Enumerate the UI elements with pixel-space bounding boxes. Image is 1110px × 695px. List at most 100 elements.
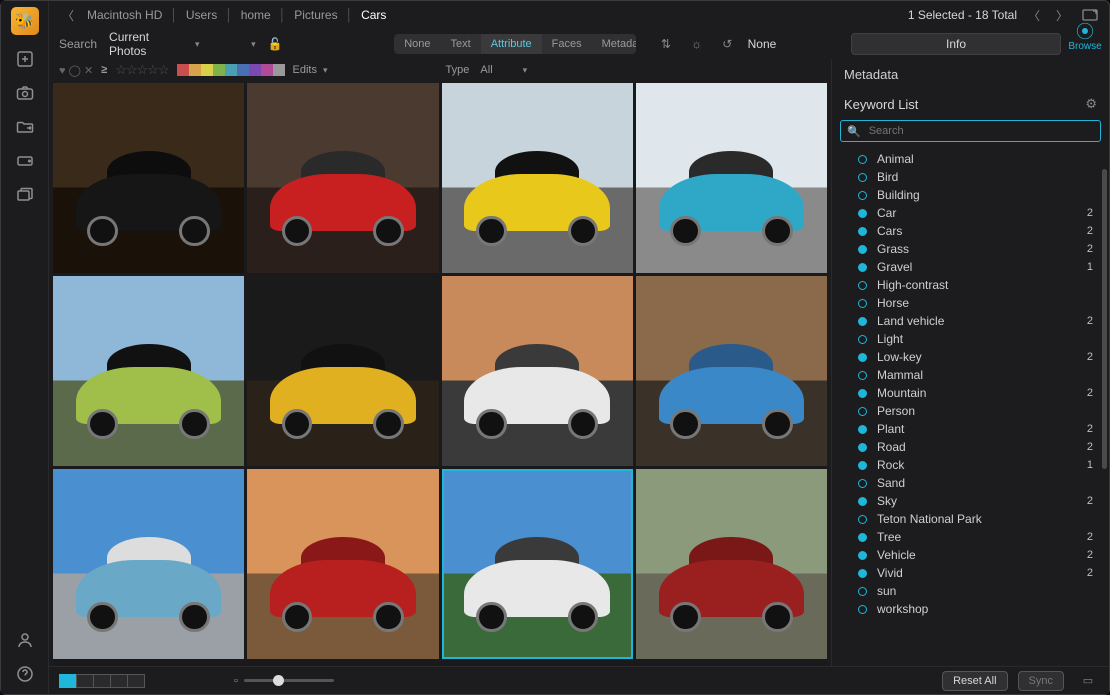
keyword-toggle-icon[interactable] bbox=[858, 515, 867, 524]
filter-attribute[interactable]: Attribute bbox=[481, 34, 542, 54]
keyword-toggle-icon[interactable] bbox=[858, 569, 867, 578]
filter-text[interactable]: Text bbox=[441, 34, 481, 54]
prev-icon[interactable]: 〈 bbox=[1026, 7, 1042, 23]
add-icon[interactable] bbox=[15, 49, 35, 69]
filter-none[interactable]: None bbox=[394, 34, 440, 54]
gte-icon[interactable]: ≥ bbox=[101, 64, 107, 76]
keyword-item[interactable]: Plant2 bbox=[832, 420, 1109, 438]
scrollbar[interactable] bbox=[1102, 169, 1107, 469]
grid-view-icon[interactable] bbox=[59, 674, 77, 688]
keyword-item[interactable]: High-contrast bbox=[832, 276, 1109, 294]
thumbnail-size-slider[interactable]: ▫ bbox=[234, 675, 334, 687]
keyword-toggle-icon[interactable] bbox=[858, 605, 867, 614]
split-view-icon[interactable] bbox=[110, 674, 128, 688]
keyword-item[interactable]: Vehicle2 bbox=[832, 546, 1109, 564]
keyword-item[interactable]: workshop bbox=[832, 600, 1109, 618]
edits-dropdown[interactable]: Edits▾ bbox=[293, 64, 330, 76]
keyword-toggle-icon[interactable] bbox=[858, 587, 867, 596]
filter-faces[interactable]: Faces bbox=[542, 34, 592, 54]
keyword-toggle-icon[interactable] bbox=[858, 425, 867, 434]
keyword-item[interactable]: Teton National Park bbox=[832, 510, 1109, 528]
keyword-toggle-icon[interactable] bbox=[858, 461, 867, 470]
keyword-toggle-icon[interactable] bbox=[858, 191, 867, 200]
keyword-item[interactable]: Gravel1 bbox=[832, 258, 1109, 276]
help-icon[interactable] bbox=[15, 664, 35, 684]
keyword-toggle-icon[interactable] bbox=[858, 317, 867, 326]
keyword-toggle-icon[interactable] bbox=[858, 443, 867, 452]
gear-icon[interactable]: ⚙ bbox=[1085, 96, 1097, 112]
keyword-toggle-icon[interactable] bbox=[858, 533, 867, 542]
back-icon[interactable]: 〈 bbox=[60, 7, 76, 23]
keyword-toggle-icon[interactable] bbox=[858, 335, 867, 344]
thumbnail[interactable] bbox=[636, 276, 827, 466]
list-view-icon[interactable] bbox=[93, 674, 111, 688]
keyword-toggle-icon[interactable] bbox=[858, 479, 867, 488]
keyword-item[interactable]: Horse bbox=[832, 294, 1109, 312]
keyword-toggle-icon[interactable] bbox=[858, 173, 867, 182]
keyword-item[interactable]: Low-key2 bbox=[832, 348, 1109, 366]
keyword-item[interactable]: Sky2 bbox=[832, 492, 1109, 510]
filmstrip-view-icon[interactable] bbox=[76, 674, 94, 688]
chevron-down-icon[interactable]: ▾ bbox=[251, 39, 256, 50]
camera-icon[interactable] bbox=[15, 83, 35, 103]
thumbnail[interactable] bbox=[247, 276, 438, 466]
thumbnail[interactable] bbox=[442, 276, 633, 466]
keyword-toggle-icon[interactable] bbox=[858, 155, 867, 164]
sync-button[interactable]: Sync bbox=[1018, 671, 1064, 691]
keyword-item[interactable]: Road2 bbox=[832, 438, 1109, 456]
thumbnail[interactable] bbox=[636, 469, 827, 659]
rating-stars[interactable]: ☆☆☆☆☆ bbox=[115, 62, 168, 78]
color-swatches[interactable] bbox=[177, 64, 285, 76]
keyword-item[interactable]: Building bbox=[832, 186, 1109, 204]
type-dropdown[interactable]: Type All▾ bbox=[446, 64, 530, 76]
view-mode-segment[interactable] bbox=[59, 674, 144, 688]
thumbnail[interactable] bbox=[53, 276, 244, 466]
breadcrumb[interactable]: Macintosh HD│Users│home│Pictures│Cars bbox=[85, 8, 388, 22]
keyword-item[interactable]: Rock1 bbox=[832, 456, 1109, 474]
keyword-item[interactable]: Mountain2 bbox=[832, 384, 1109, 402]
keyword-toggle-icon[interactable] bbox=[858, 245, 867, 254]
info-button[interactable]: Info bbox=[851, 33, 1061, 55]
thumbnail[interactable] bbox=[247, 469, 438, 659]
thumbnail[interactable] bbox=[442, 83, 633, 273]
keyword-toggle-icon[interactable] bbox=[858, 551, 867, 560]
reset-all-button[interactable]: Reset All bbox=[942, 671, 1007, 691]
app-logo[interactable]: 🐝 bbox=[11, 7, 39, 35]
keyword-item[interactable]: Animal bbox=[832, 150, 1109, 168]
new-window-icon[interactable] bbox=[1082, 7, 1098, 23]
keyword-toggle-icon[interactable] bbox=[858, 227, 867, 236]
unlock-icon[interactable]: 🔓 bbox=[268, 37, 283, 51]
keyword-toggle-icon[interactable] bbox=[858, 353, 867, 362]
search-scope[interactable]: Current Photos bbox=[109, 30, 183, 58]
thumbnail[interactable] bbox=[636, 83, 827, 273]
keyword-toggle-icon[interactable] bbox=[858, 497, 867, 506]
keyword-item[interactable]: Light bbox=[832, 330, 1109, 348]
keyword-toggle-icon[interactable] bbox=[858, 299, 867, 308]
keyword-toggle-icon[interactable] bbox=[858, 263, 867, 272]
keyword-item[interactable]: sun bbox=[832, 582, 1109, 600]
keyword-item[interactable]: Car2 bbox=[832, 204, 1109, 222]
keyword-item[interactable]: Land vehicle2 bbox=[832, 312, 1109, 330]
thumbnail[interactable] bbox=[53, 469, 244, 659]
single-view-icon[interactable] bbox=[127, 674, 145, 688]
user-icon[interactable] bbox=[15, 630, 35, 650]
metadata-header[interactable]: Metadata bbox=[832, 59, 1109, 90]
keyword-item[interactable]: Cars2 bbox=[832, 222, 1109, 240]
thumbnail[interactable] bbox=[442, 469, 633, 659]
next-icon[interactable]: 〉 bbox=[1054, 7, 1070, 23]
browse-mode-button[interactable]: ⦿ Browse bbox=[1067, 23, 1103, 52]
chevron-down-icon[interactable]: ▾ bbox=[195, 39, 200, 50]
drive-icon[interactable] bbox=[15, 151, 35, 171]
keyword-search-input[interactable] bbox=[867, 124, 1094, 138]
keyword-toggle-icon[interactable] bbox=[858, 407, 867, 416]
keyword-item[interactable]: Vivid2 bbox=[832, 564, 1109, 582]
keyword-item[interactable]: Sand bbox=[832, 474, 1109, 492]
brightness-icon[interactable]: ☼ bbox=[689, 36, 704, 52]
keyword-toggle-icon[interactable] bbox=[858, 371, 867, 380]
thumbnail[interactable] bbox=[247, 83, 438, 273]
keyword-toggle-icon[interactable] bbox=[858, 281, 867, 290]
keyword-toggle-icon[interactable] bbox=[858, 389, 867, 398]
rating-hearts[interactable]: ♥ ◯ ✕ bbox=[59, 64, 93, 77]
sort-icon[interactable]: ⇅ bbox=[659, 36, 674, 52]
windows-icon[interactable] bbox=[15, 185, 35, 205]
